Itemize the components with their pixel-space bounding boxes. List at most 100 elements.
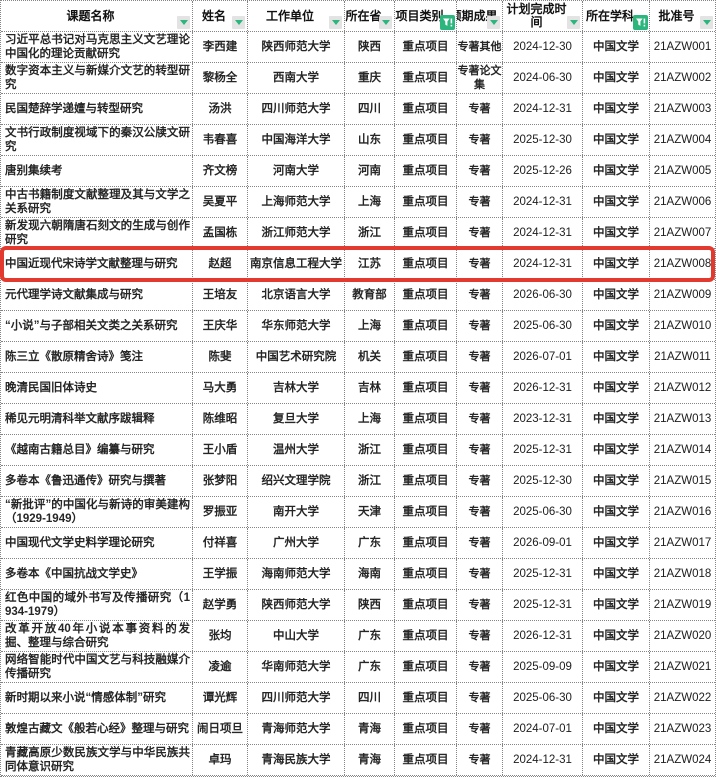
cell-type[interactable]: 重点项目: [395, 466, 457, 496]
cell-discipline[interactable]: 中国文学: [583, 125, 650, 155]
cell-title[interactable]: 稀见元明清科举文献序跋辑释: [1, 404, 193, 434]
cell-outcome[interactable]: 专著: [457, 466, 503, 496]
cell-org[interactable]: 南开大学: [248, 497, 345, 527]
cell-discipline[interactable]: 中国文学: [583, 466, 650, 496]
cell-type[interactable]: 重点项目: [395, 404, 457, 434]
cell-deadline[interactable]: 2026-06-30: [503, 280, 583, 310]
cell-org[interactable]: 上海师范大学: [248, 187, 345, 217]
cell-name[interactable]: 李西建: [193, 32, 248, 62]
cell-id[interactable]: 21AZW002: [650, 63, 715, 93]
cell-discipline[interactable]: 中国文学: [583, 32, 650, 62]
cell-name[interactable]: 陈维昭: [193, 404, 248, 434]
cell-org[interactable]: 华东师范大学: [248, 311, 345, 341]
cell-title[interactable]: 中古书籍制度文献整理及其与文学之关系研究: [1, 187, 193, 217]
cell-name[interactable]: 谭光辉: [193, 683, 248, 713]
cell-outcome[interactable]: 专著: [457, 745, 503, 775]
cell-deadline[interactable]: 2024-12-30: [503, 32, 583, 62]
filter-dropdown-icon[interactable]: [379, 16, 392, 29]
cell-title[interactable]: 中国现代文学史料学理论研究: [1, 528, 193, 558]
cell-name[interactable]: 张均: [193, 621, 248, 651]
cell-name[interactable]: 孟国栋: [193, 218, 248, 248]
cell-name[interactable]: 韦春喜: [193, 125, 248, 155]
cell-outcome[interactable]: 专著: [457, 94, 503, 124]
cell-title[interactable]: 青藏高原少数民族文学与中华民族共同体意识研究: [1, 745, 193, 775]
cell-province[interactable]: 陕西: [345, 590, 395, 620]
cell-outcome[interactable]: 专著: [457, 156, 503, 186]
cell-name[interactable]: 王小盾: [193, 435, 248, 465]
cell-discipline[interactable]: 中国文学: [583, 497, 650, 527]
cell-discipline[interactable]: 中国文学: [583, 745, 650, 775]
cell-id[interactable]: 21AZW021: [650, 652, 715, 682]
cell-discipline[interactable]: 中国文学: [583, 342, 650, 372]
filter-applied-icon[interactable]: [440, 15, 455, 30]
cell-discipline[interactable]: 中国文学: [583, 373, 650, 403]
cell-deadline[interactable]: 2026-07-01: [503, 342, 583, 372]
column-header-id[interactable]: 批准号: [650, 1, 715, 31]
filter-dropdown-icon[interactable]: [567, 16, 580, 29]
cell-deadline[interactable]: 2025-06-30: [503, 311, 583, 341]
cell-title[interactable]: “新批评”的中国化与新诗的审美建构（1929-1949）: [1, 497, 193, 527]
cell-province[interactable]: 重庆: [345, 63, 395, 93]
cell-deadline[interactable]: 2024-12-31: [503, 187, 583, 217]
cell-deadline[interactable]: 2025-12-30: [503, 125, 583, 155]
cell-outcome[interactable]: 专著: [457, 404, 503, 434]
cell-org[interactable]: 海南师范大学: [248, 559, 345, 589]
cell-org[interactable]: 河南大学: [248, 156, 345, 186]
cell-deadline[interactable]: 2025-12-26: [503, 156, 583, 186]
filter-dropdown-icon[interactable]: [329, 16, 342, 29]
cell-title[interactable]: 民国楚辞学递嬗与转型研究: [1, 94, 193, 124]
cell-id[interactable]: 21AZW022: [650, 683, 715, 713]
cell-deadline[interactable]: 2026-12-31: [503, 621, 583, 651]
cell-org[interactable]: 温州大学: [248, 435, 345, 465]
column-header-title[interactable]: 课题名称: [1, 1, 193, 31]
column-header-org[interactable]: 工作单位: [248, 1, 345, 31]
cell-discipline[interactable]: 中国文学: [583, 559, 650, 589]
cell-title[interactable]: 数字资本主义与新媒介文艺的转型研究: [1, 63, 193, 93]
cell-id[interactable]: 21AZW010: [650, 311, 715, 341]
cell-type[interactable]: 重点项目: [395, 621, 457, 651]
cell-org[interactable]: 陕西师范大学: [248, 32, 345, 62]
cell-type[interactable]: 重点项目: [395, 218, 457, 248]
cell-title[interactable]: 唐别集续考: [1, 156, 193, 186]
cell-name[interactable]: 凌逾: [193, 652, 248, 682]
cell-type[interactable]: 重点项目: [395, 559, 457, 589]
cell-id[interactable]: 21AZW016: [650, 497, 715, 527]
cell-discipline[interactable]: 中国文学: [583, 311, 650, 341]
cell-province[interactable]: 海南: [345, 559, 395, 589]
cell-deadline[interactable]: 2025-12-31: [503, 590, 583, 620]
cell-deadline[interactable]: 2024-12-31: [503, 249, 583, 279]
cell-name[interactable]: 齐文榜: [193, 156, 248, 186]
cell-org[interactable]: 陕西师范大学: [248, 590, 345, 620]
cell-discipline[interactable]: 中国文学: [583, 683, 650, 713]
cell-title[interactable]: 网络智能时代中国文艺与科技融媒介传播研究: [1, 652, 193, 682]
cell-title[interactable]: 习近平总书记对马克思主义文艺理论中国化的理论贡献研究: [1, 32, 193, 62]
cell-outcome[interactable]: 专著: [457, 683, 503, 713]
cell-province[interactable]: 上海: [345, 404, 395, 434]
cell-id[interactable]: 21AZW020: [650, 621, 715, 651]
cell-type[interactable]: 重点项目: [395, 683, 457, 713]
cell-type[interactable]: 重点项目: [395, 373, 457, 403]
cell-discipline[interactable]: 中国文学: [583, 280, 650, 310]
cell-name[interactable]: 王庆华: [193, 311, 248, 341]
cell-type[interactable]: 重点项目: [395, 497, 457, 527]
cell-deadline[interactable]: 2024-12-31: [503, 745, 583, 775]
cell-province[interactable]: 教育部: [345, 280, 395, 310]
cell-org[interactable]: 吉林大学: [248, 373, 345, 403]
cell-title[interactable]: “小说”与子部相关文类之关系研究: [1, 311, 193, 341]
cell-outcome[interactable]: 专著论文集: [457, 63, 503, 93]
cell-id[interactable]: 21AZW015: [650, 466, 715, 496]
cell-title[interactable]: 改革开放40年小说本事资料的发掘、整理与综合研究: [1, 621, 193, 651]
cell-title[interactable]: 元代理学诗文献集成与研究: [1, 280, 193, 310]
cell-id[interactable]: 21AZW004: [650, 125, 715, 155]
cell-province[interactable]: 广东: [345, 652, 395, 682]
cell-org[interactable]: 青海师范大学: [248, 714, 345, 744]
cell-name[interactable]: 赵超: [193, 249, 248, 279]
cell-org[interactable]: 四川师范大学: [248, 94, 345, 124]
cell-province[interactable]: 广东: [345, 621, 395, 651]
cell-org[interactable]: 绍兴文理学院: [248, 466, 345, 496]
cell-discipline[interactable]: 中国文学: [583, 621, 650, 651]
cell-name[interactable]: 赵学勇: [193, 590, 248, 620]
cell-outcome[interactable]: 专著: [457, 218, 503, 248]
cell-outcome[interactable]: 专著: [457, 528, 503, 558]
cell-province[interactable]: 天津: [345, 497, 395, 527]
